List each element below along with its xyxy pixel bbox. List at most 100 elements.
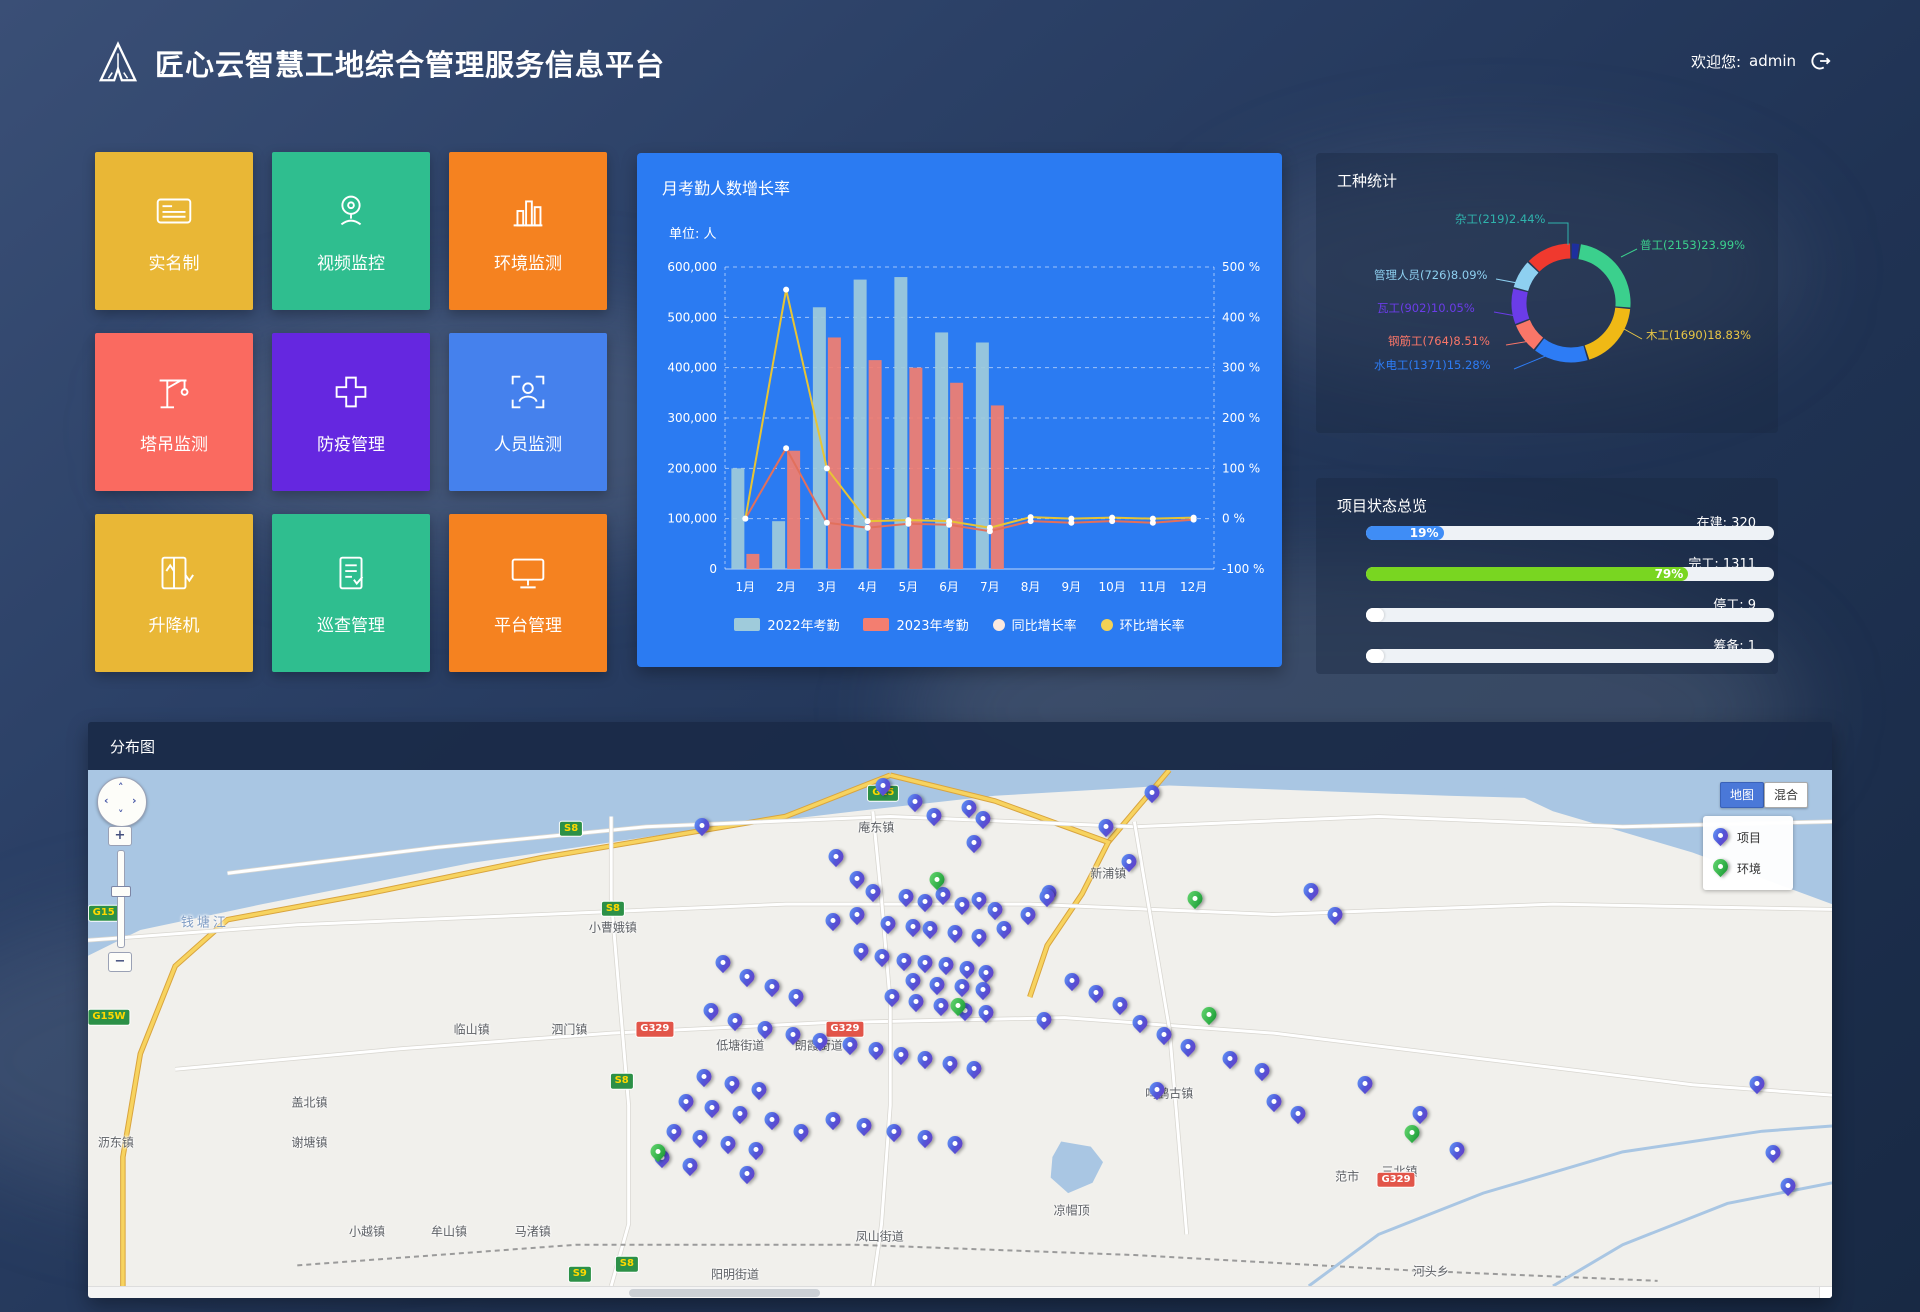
project-pin[interactable] (764, 1112, 779, 1132)
project-pin[interactable] (666, 1124, 681, 1144)
map-legend-item-env[interactable]: 环境 (1713, 853, 1793, 884)
project-pin[interactable] (947, 925, 962, 945)
environment-pin[interactable] (651, 1144, 666, 1164)
project-pin[interactable] (954, 979, 969, 999)
project-pin[interactable] (728, 1013, 743, 1033)
project-pin[interactable] (703, 1003, 718, 1023)
pan-left-icon[interactable]: ‹ (104, 794, 109, 807)
project-pin[interactable] (874, 949, 889, 969)
project-pin[interactable] (1291, 1106, 1306, 1126)
project-pin[interactable] (905, 919, 920, 939)
legend-item[interactable]: 环比增长率 (1101, 615, 1185, 634)
map-scrollbar-thumb[interactable] (629, 1289, 821, 1297)
project-pin[interactable] (966, 835, 981, 855)
project-pin[interactable] (930, 977, 945, 997)
project-pin[interactable] (961, 800, 976, 820)
project-pin[interactable] (1303, 883, 1318, 903)
project-pin[interactable] (682, 1158, 697, 1178)
project-pin[interactable] (918, 955, 933, 975)
environment-pin[interactable] (951, 998, 966, 1018)
hybrid-type-button[interactable]: 混合 (1764, 782, 1808, 808)
project-pin[interactable] (1040, 889, 1055, 909)
project-pin[interactable] (1781, 1178, 1796, 1198)
project-pin[interactable] (857, 1118, 872, 1138)
project-pin[interactable] (933, 998, 948, 1018)
project-pin[interactable] (679, 1094, 694, 1114)
project-pin[interactable] (918, 1130, 933, 1150)
project-pin[interactable] (1266, 1094, 1281, 1114)
project-pin[interactable] (1150, 1082, 1165, 1102)
app-tile-tower-crane[interactable]: 塔吊监测 (95, 333, 253, 491)
zoom-slider-track[interactable] (117, 850, 125, 948)
project-pin[interactable] (1144, 785, 1159, 805)
project-pin[interactable] (1132, 1015, 1147, 1035)
project-pin[interactable] (918, 894, 933, 914)
project-pin[interactable] (696, 1069, 711, 1089)
project-pin[interactable] (907, 794, 922, 814)
project-pin[interactable] (1122, 854, 1137, 874)
project-pin[interactable] (740, 969, 755, 989)
project-pin[interactable] (939, 957, 954, 977)
app-tile-inspection[interactable]: 巡查管理 (272, 514, 430, 672)
pan-right-icon[interactable]: › (132, 794, 137, 807)
project-pin[interactable] (850, 907, 865, 927)
project-pin[interactable] (1089, 985, 1104, 1005)
project-pin[interactable] (972, 892, 987, 912)
project-pin[interactable] (705, 1100, 720, 1120)
project-pin[interactable] (757, 1021, 772, 1041)
project-pin[interactable] (1327, 907, 1342, 927)
map-canvas[interactable]: 钱塘江庵东镇新浦镇小曹娥镇临山镇泗门镇低塘街道朗霞街道马渚镇牟山镇凤山街道阳明街… (88, 770, 1832, 1286)
project-pin[interactable] (764, 979, 779, 999)
project-pin[interactable] (898, 889, 913, 909)
app-tile-elevator[interactable]: 升降机 (95, 514, 253, 672)
app-tile-env-bars[interactable]: 环境监测 (449, 152, 607, 310)
project-pin[interactable] (926, 808, 941, 828)
app-tile-camera[interactable]: 视频监控 (272, 152, 430, 310)
project-pin[interactable] (1413, 1106, 1428, 1126)
project-pin[interactable] (829, 849, 844, 869)
project-pin[interactable] (733, 1106, 748, 1126)
project-pin[interactable] (1099, 819, 1114, 839)
map-legend-item-project[interactable]: 项目 (1713, 822, 1793, 853)
project-pin[interactable] (853, 943, 868, 963)
project-pin[interactable] (1223, 1051, 1238, 1071)
project-pin[interactable] (1181, 1039, 1196, 1059)
app-tile-medical-cross[interactable]: 防疫管理 (272, 333, 430, 491)
project-pin[interactable] (724, 1076, 739, 1096)
project-pin[interactable] (966, 1061, 981, 1081)
project-pin[interactable] (825, 1112, 840, 1132)
project-pin[interactable] (1750, 1076, 1765, 1096)
project-pin[interactable] (1064, 973, 1079, 993)
logout-icon[interactable] (1810, 50, 1832, 72)
map-type-button[interactable]: 地图 (1720, 782, 1764, 808)
project-pin[interactable] (987, 902, 1002, 922)
project-pin[interactable] (789, 989, 804, 1009)
project-pin[interactable] (1157, 1027, 1172, 1047)
project-pin[interactable] (1113, 997, 1128, 1017)
project-pin[interactable] (694, 818, 709, 838)
project-pin[interactable] (813, 1033, 828, 1053)
project-pin[interactable] (865, 884, 880, 904)
map-pan-control[interactable]: ˄ ˅ ‹ › (97, 777, 147, 827)
project-pin[interactable] (884, 989, 899, 1009)
environment-pin[interactable] (930, 872, 945, 892)
project-pin[interactable] (881, 916, 896, 936)
project-pin[interactable] (748, 1142, 763, 1162)
pan-up-icon[interactable]: ˄ (118, 781, 124, 794)
environment-pin[interactable] (1202, 1007, 1217, 1027)
project-pin[interactable] (975, 982, 990, 1002)
project-pin[interactable] (972, 929, 987, 949)
legend-item[interactable]: 2022年考勤 (734, 615, 839, 634)
project-pin[interactable] (954, 897, 969, 917)
pan-down-icon[interactable]: ˅ (118, 808, 124, 821)
app-tile-id-card[interactable]: 实名制 (95, 152, 253, 310)
project-pin[interactable] (715, 955, 730, 975)
zoom-out-button[interactable]: − (108, 952, 132, 972)
app-tile-person-scan[interactable]: 人员监测 (449, 333, 607, 491)
project-pin[interactable] (1765, 1145, 1780, 1165)
zoom-slider-knob[interactable] (111, 886, 131, 897)
project-pin[interactable] (794, 1124, 809, 1144)
project-pin[interactable] (996, 921, 1011, 941)
legend-item[interactable]: 同比增长率 (993, 615, 1077, 634)
project-pin[interactable] (918, 1051, 933, 1071)
